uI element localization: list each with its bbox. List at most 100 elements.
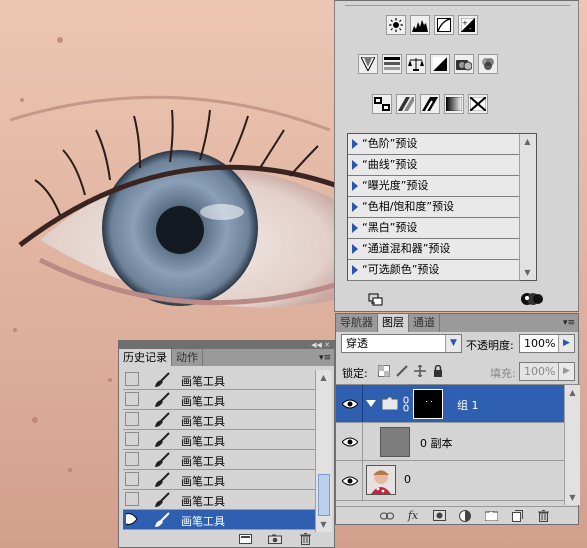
vibrance-icon[interactable] — [358, 54, 378, 74]
visibility-eye-icon[interactable] — [340, 385, 359, 422]
history-source-checkbox[interactable] — [125, 472, 139, 486]
preset-item[interactable]: “色相/饱和度”预设 — [348, 197, 520, 218]
tab-layers[interactable]: 图层 — [378, 314, 409, 332]
opacity-arrow-icon: ▶ — [558, 335, 574, 352]
history-state-row[interactable]: 画笔工具 — [123, 390, 321, 410]
history-source-checkbox[interactable] — [125, 412, 139, 426]
history-state-label: 画笔工具 — [181, 375, 225, 388]
blend-mode-select[interactable]: 穿透 ▼ — [341, 334, 462, 353]
preset-item[interactable]: “曲线”预设 — [348, 155, 520, 176]
delete-state-trash-icon[interactable] — [298, 532, 312, 546]
clip-to-layer-icon[interactable] — [368, 293, 384, 310]
threshold-icon[interactable] — [420, 94, 440, 114]
history-state-row[interactable]: 画笔工具 — [123, 490, 321, 510]
add-mask-icon[interactable] — [432, 509, 446, 523]
lock-position-icon[interactable] — [414, 365, 426, 377]
levels-icon[interactable] — [410, 15, 430, 35]
history-source-checkbox[interactable] — [125, 492, 139, 506]
scroll-up-arrow-icon[interactable]: ▲ — [520, 134, 535, 149]
history-source-checkbox[interactable] — [125, 512, 139, 526]
layers-scrollbar[interactable]: ▲ ▼ — [564, 385, 580, 505]
expand-triangle-icon[interactable] — [366, 398, 376, 411]
visibility-eye-icon[interactable] — [340, 461, 359, 500]
expand-triangle-icon — [352, 160, 358, 170]
black-white-icon[interactable] — [430, 54, 450, 74]
new-document-from-state-icon[interactable] — [238, 532, 252, 546]
layer-thumbnail-gray[interactable] — [380, 427, 410, 457]
scroll-down-arrow-icon[interactable]: ▼ — [565, 490, 580, 505]
collapse-panel-icon[interactable]: ◀◀ ✕ — [311, 341, 330, 349]
tab-actions[interactable]: 动作 — [172, 349, 203, 366]
lock-pixels-icon[interactable] — [396, 365, 408, 377]
panel-menu-icon[interactable]: ▾≡ — [560, 314, 578, 332]
scrollbar-thumb[interactable] — [318, 474, 330, 516]
layer-row-0[interactable]: 0 — [336, 461, 564, 501]
layer-mask-thumbnail[interactable] — [413, 389, 443, 419]
lock-transparency-icon[interactable] — [378, 365, 390, 377]
layer-row-group-1[interactable]: 组 1 — [336, 385, 564, 423]
history-state-row[interactable]: 画笔工具 — [123, 450, 321, 470]
preset-item[interactable]: “通道混和器”预设 — [348, 239, 520, 260]
tab-channels[interactable]: 通道 — [409, 314, 440, 332]
panel-title-grip[interactable]: ◀◀ ✕ — [119, 341, 334, 349]
layer-name[interactable]: 组 1 — [457, 397, 479, 413]
preset-item[interactable]: “可选颜色”预设 — [348, 260, 520, 281]
scroll-down-arrow-icon[interactable]: ▼ — [316, 517, 331, 532]
new-layer-icon[interactable] — [510, 509, 524, 523]
layer-name[interactable]: 0 — [404, 473, 411, 486]
fill-input[interactable]: 100% ▶ — [519, 362, 575, 381]
tab-history[interactable]: 历史记录 — [119, 349, 172, 366]
new-adjustment-layer-icon[interactable] — [458, 509, 472, 523]
history-source-checkbox[interactable] — [125, 452, 139, 466]
panel-menu-icon[interactable]: ▾≡ — [316, 349, 334, 366]
layer-name[interactable]: 0 副本 — [420, 435, 453, 451]
history-state-row[interactable]: 画笔工具 — [123, 430, 321, 450]
layer-style-fx-icon[interactable]: fx — [406, 509, 420, 523]
layer-row-0-copy[interactable]: 0 副本 — [336, 423, 564, 461]
hue-saturation-icon[interactable] — [382, 54, 402, 74]
scroll-down-arrow-icon[interactable]: ▼ — [520, 265, 535, 280]
photo-filter-icon[interactable] — [454, 54, 474, 74]
history-state-row[interactable]: 画笔工具 — [123, 470, 321, 490]
preset-item[interactable]: “曝光度”预设 — [348, 176, 520, 197]
history-state-row[interactable]: 画笔工具 — [123, 410, 321, 430]
folder-icon — [381, 396, 399, 413]
create-snapshot-camera-icon[interactable] — [268, 532, 282, 546]
link-layers-icon[interactable] — [380, 509, 394, 523]
opacity-input[interactable]: 100% ▶ — [519, 334, 575, 353]
channel-mixer-icon[interactable] — [478, 54, 498, 74]
curves-icon[interactable] — [434, 15, 454, 35]
preset-label: “曝光度”预设 — [362, 179, 429, 192]
adjustment-layer-mode-icon[interactable] — [521, 292, 543, 309]
brush-tool-icon — [153, 372, 171, 388]
posterize-icon[interactable] — [396, 94, 416, 114]
history-state-label: 画笔工具 — [181, 395, 225, 408]
new-group-folder-icon[interactable] — [484, 509, 498, 523]
delete-layer-trash-icon[interactable] — [536, 509, 550, 523]
presets-scrollbar[interactable]: ▲ ▼ — [519, 134, 536, 280]
history-state-row[interactable]: 画笔工具 — [123, 370, 321, 390]
scroll-up-arrow-icon[interactable]: ▲ — [565, 385, 580, 400]
history-source-checkbox[interactable] — [125, 392, 139, 406]
brightness-contrast-icon[interactable] — [386, 15, 406, 35]
opacity-value: 100% — [524, 337, 556, 350]
exposure-icon[interactable]: + - — [458, 15, 478, 35]
preset-item[interactable]: “色阶”预设 — [348, 134, 520, 155]
gradient-map-icon[interactable] — [444, 94, 464, 114]
history-state-row[interactable]: 画笔工具 — [123, 510, 321, 530]
history-state-label: 画笔工具 — [181, 515, 225, 528]
selective-color-icon[interactable] — [468, 94, 488, 114]
scroll-up-arrow-icon[interactable]: ▲ — [316, 370, 331, 385]
lock-all-icon[interactable] — [432, 365, 444, 377]
history-source-checkbox[interactable] — [125, 372, 139, 386]
invert-icon[interactable] — [372, 94, 392, 114]
preset-item[interactable]: “黑白”预设 — [348, 218, 520, 239]
history-source-checkbox[interactable] — [125, 432, 139, 446]
tab-navigator[interactable]: 导航器 — [336, 314, 378, 332]
link-chain-icon[interactable] — [403, 396, 409, 415]
history-scrollbar[interactable]: ▲ ▼ — [315, 370, 332, 532]
visibility-eye-icon[interactable] — [340, 423, 359, 460]
layers-bottom-toolbar: fx — [336, 506, 578, 524]
color-balance-icon[interactable] — [406, 54, 426, 74]
layer-thumbnail-photo[interactable] — [366, 465, 396, 495]
